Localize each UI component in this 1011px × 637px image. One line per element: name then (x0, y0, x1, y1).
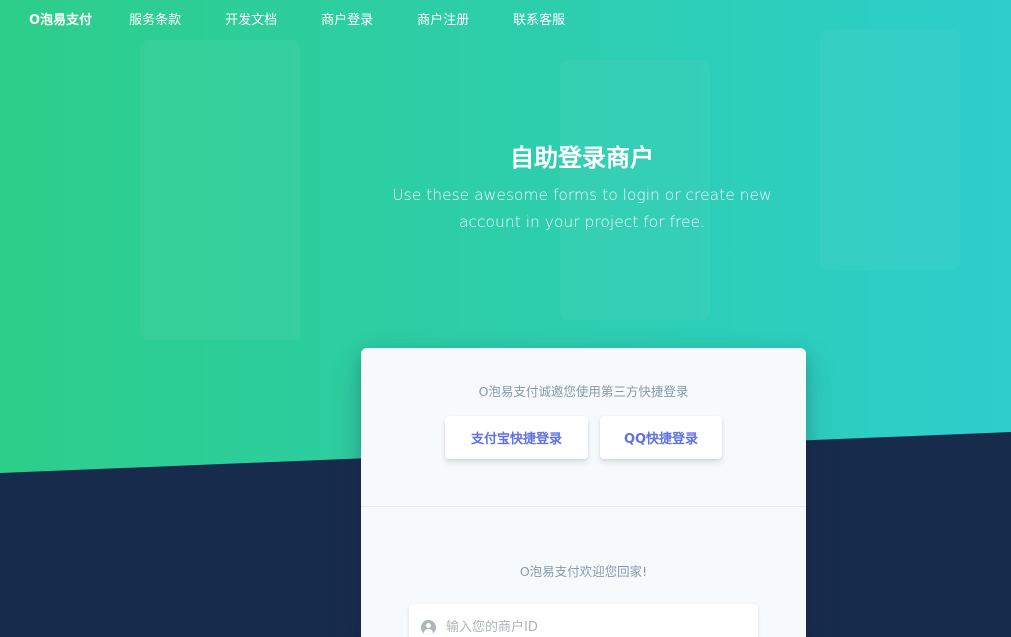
decor-shape (140, 40, 300, 340)
welcome-text: O泡易支付欢迎您回家! (519, 564, 648, 579)
nav-link-terms[interactable]: 服务条款 (129, 9, 181, 28)
nav-link-register[interactable]: 商户注册 (417, 9, 469, 28)
page-title: 自助登录商户 (510, 144, 654, 172)
social-button-row: 支付宝快捷登录 QQ快捷登录 (361, 416, 806, 459)
merchant-id-field[interactable] (409, 604, 758, 637)
nav-link-support[interactable]: 联系客服 (513, 9, 565, 28)
nav-link-login[interactable]: 商户登录 (321, 9, 373, 28)
login-card-header: O泡易支付诚邀您使用第三方快捷登录 支付宝快捷登录 QQ快捷登录 (361, 348, 806, 507)
hero-lead: Use these awesome forms to login or crea… (382, 182, 782, 236)
top-navbar: O泡易支付 服务条款 开发文档 商户登录 商户注册 联系客服 (0, 0, 1011, 36)
brand-logo[interactable]: O泡易支付 (29, 9, 92, 28)
lead-line-1: Use these awesome forms to login or crea… (392, 186, 772, 204)
decor-shape (820, 30, 960, 270)
merchant-id-input[interactable] (446, 619, 746, 635)
login-card: O泡易支付诚邀您使用第三方快捷登录 支付宝快捷登录 QQ快捷登录 O泡易支付欢迎… (361, 348, 806, 637)
nav-link-docs[interactable]: 开发文档 (225, 9, 277, 28)
third-party-login-text: O泡易支付诚邀您使用第三方快捷登录 (478, 384, 689, 399)
qq-login-button[interactable]: QQ快捷登录 (600, 416, 722, 459)
user-circle-icon (421, 619, 436, 635)
lead-line-2: account in your project for free. (459, 213, 705, 231)
alipay-login-button[interactable]: 支付宝快捷登录 (445, 416, 588, 459)
